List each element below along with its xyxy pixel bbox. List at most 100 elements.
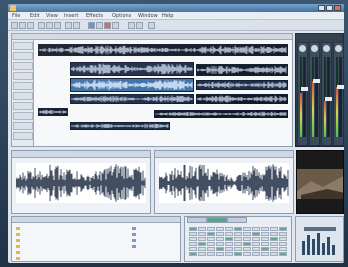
property-cell[interactable] <box>261 242 269 246</box>
eq-band[interactable] <box>307 235 310 255</box>
zoom-in-icon[interactable] <box>128 22 135 29</box>
fader-handle[interactable] <box>337 85 344 89</box>
track-header[interactable] <box>13 42 33 50</box>
minimize-button[interactable] <box>318 5 325 11</box>
property-cell[interactable] <box>243 237 251 241</box>
track-header[interactable] <box>13 62 33 70</box>
track-header[interactable] <box>13 72 33 80</box>
loop-icon[interactable] <box>112 22 119 29</box>
file-item[interactable] <box>132 237 138 242</box>
file-item[interactable] <box>16 249 22 254</box>
volume-fader[interactable] <box>301 57 308 137</box>
copy-icon[interactable] <box>46 22 53 29</box>
property-cell[interactable] <box>270 237 278 241</box>
close-button[interactable] <box>334 5 341 11</box>
property-cell[interactable] <box>279 232 287 236</box>
fader-handle[interactable] <box>325 97 332 101</box>
audio-clip[interactable] <box>196 94 288 104</box>
property-cell[interactable] <box>243 242 251 246</box>
tab-active[interactable] <box>207 217 227 223</box>
track-header[interactable] <box>13 82 33 90</box>
property-cell[interactable] <box>198 227 206 231</box>
property-cell[interactable] <box>252 252 260 256</box>
property-cell[interactable] <box>198 247 206 251</box>
snap-icon[interactable] <box>148 22 155 29</box>
audio-clip[interactable] <box>70 62 194 76</box>
track-header[interactable] <box>13 132 33 140</box>
pan-knob[interactable] <box>335 45 342 52</box>
property-cell[interactable] <box>225 242 233 246</box>
property-cell[interactable] <box>198 237 206 241</box>
eq-band[interactable] <box>322 243 325 255</box>
property-cell[interactable] <box>189 237 197 241</box>
tab[interactable] <box>227 217 247 223</box>
property-cell[interactable] <box>189 227 197 231</box>
property-cell[interactable] <box>270 227 278 231</box>
eq-band[interactable] <box>327 237 330 255</box>
volume-fader[interactable] <box>325 57 332 137</box>
record-icon[interactable] <box>104 22 111 29</box>
paste-icon[interactable] <box>54 22 61 29</box>
fader-handle[interactable] <box>313 79 320 83</box>
menu-window[interactable]: Window <box>138 13 158 19</box>
track-header[interactable] <box>13 122 33 130</box>
pan-knob[interactable] <box>299 45 306 52</box>
property-cell[interactable] <box>252 227 260 231</box>
property-cell[interactable] <box>279 247 287 251</box>
property-cell[interactable] <box>207 247 215 251</box>
property-cell[interactable] <box>225 237 233 241</box>
property-cell[interactable] <box>279 242 287 246</box>
track-header[interactable] <box>13 102 33 110</box>
file-item[interactable] <box>16 237 22 242</box>
menu-effects[interactable]: Effects <box>86 13 103 19</box>
property-cell[interactable] <box>279 237 287 241</box>
property-cell[interactable] <box>216 232 224 236</box>
fader-handle[interactable] <box>301 87 308 91</box>
file-item[interactable] <box>16 225 22 230</box>
property-cell[interactable] <box>270 232 278 236</box>
menu-help[interactable]: Help <box>162 13 173 19</box>
property-cell[interactable] <box>243 252 251 256</box>
property-cell[interactable] <box>225 247 233 251</box>
property-cell[interactable] <box>270 252 278 256</box>
property-cell[interactable] <box>252 242 260 246</box>
new-icon[interactable] <box>11 22 18 29</box>
property-cell[interactable] <box>225 232 233 236</box>
track-header[interactable] <box>13 52 33 60</box>
property-cell[interactable] <box>261 227 269 231</box>
audio-clip[interactable] <box>38 108 68 116</box>
audio-clip[interactable] <box>154 110 288 118</box>
play-icon[interactable] <box>88 22 95 29</box>
property-cell[interactable] <box>243 247 251 251</box>
file-item[interactable] <box>16 243 22 248</box>
property-cell[interactable] <box>198 242 206 246</box>
eq-slider[interactable] <box>304 227 336 231</box>
property-cell[interactable] <box>198 252 206 256</box>
file-item[interactable] <box>132 231 138 236</box>
property-cell[interactable] <box>270 247 278 251</box>
eq-band[interactable] <box>317 233 320 255</box>
property-cell[interactable] <box>216 227 224 231</box>
pan-knob[interactable] <box>311 45 318 52</box>
eq-band[interactable] <box>302 241 305 255</box>
file-item[interactable] <box>16 231 22 236</box>
property-cell[interactable] <box>261 237 269 241</box>
audio-clip[interactable] <box>38 44 288 56</box>
property-cell[interactable] <box>234 227 242 231</box>
property-cell[interactable] <box>234 232 242 236</box>
property-cell[interactable] <box>252 247 260 251</box>
cut-icon[interactable] <box>38 22 45 29</box>
property-cell[interactable] <box>189 247 197 251</box>
save-icon[interactable] <box>27 22 34 29</box>
property-cell[interactable] <box>207 242 215 246</box>
property-cell[interactable] <box>189 242 197 246</box>
property-cell[interactable] <box>207 252 215 256</box>
property-cell[interactable] <box>225 227 233 231</box>
property-cell[interactable] <box>261 252 269 256</box>
audio-clip[interactable] <box>196 64 288 76</box>
undo-icon[interactable] <box>65 22 72 29</box>
editor-waveform[interactable] <box>16 163 146 203</box>
property-cell[interactable] <box>216 237 224 241</box>
tab[interactable] <box>187 217 207 223</box>
zoom-out-icon[interactable] <box>136 22 143 29</box>
